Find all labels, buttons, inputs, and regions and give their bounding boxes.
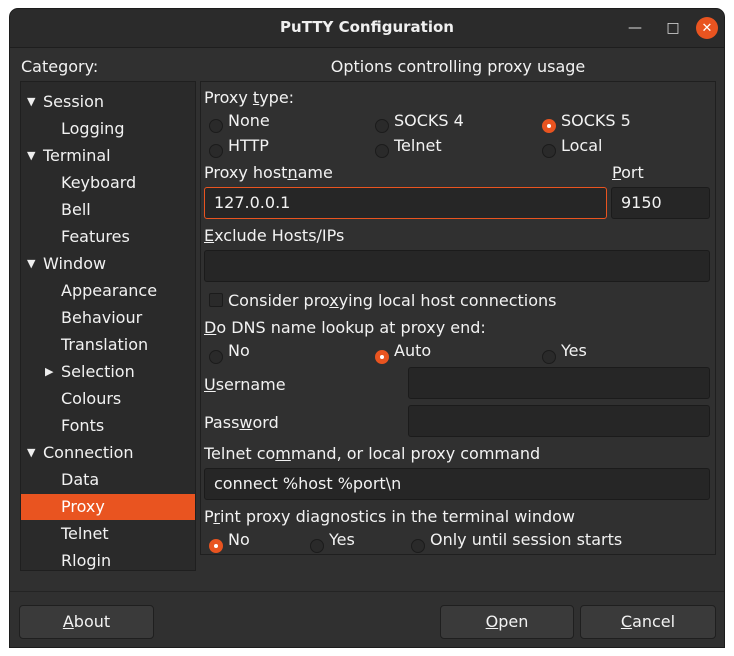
radio-diag-yes-label[interactable]: Yes: [329, 530, 355, 549]
tree-item-label: Features: [61, 227, 130, 246]
radio-proxy-socks5[interactable]: [542, 119, 556, 133]
radio-diag-yes[interactable]: [310, 539, 324, 553]
category-tree[interactable]: ▼ Session Logging ▼ Terminal Keyboard Be…: [20, 81, 196, 571]
radio-proxy-local[interactable]: [542, 144, 556, 158]
expanded-caret-icon[interactable]: ▼: [27, 440, 35, 466]
radio-diag-no[interactable]: [209, 539, 223, 553]
tree-item-connection[interactable]: ▼ Connection: [21, 440, 195, 466]
port-input[interactable]: 9150: [611, 187, 710, 219]
diagnostics-label: Print proxy diagnostics in the terminal …: [204, 507, 576, 526]
tree-item-label: Connection: [43, 443, 134, 462]
tree-item-appearance[interactable]: Appearance: [21, 278, 195, 304]
about-button[interactable]: About: [19, 605, 154, 639]
dns-lookup-label: Do DNS name lookup at proxy end:: [204, 318, 486, 337]
tree-item-rlogin[interactable]: Rlogin: [21, 548, 195, 574]
radio-proxy-http[interactable]: [209, 144, 223, 158]
radio-proxy-none-label[interactable]: None: [228, 111, 270, 130]
category-label: Category:: [21, 57, 99, 76]
minimize-icon[interactable]: —: [624, 17, 646, 39]
telnet-command-input[interactable]: connect %host %port\n: [204, 468, 710, 500]
title-bar[interactable]: PuTTY Configuration — □ ✕: [10, 9, 724, 48]
tree-item-translation[interactable]: Translation: [21, 332, 195, 358]
footer-separator: [10, 591, 724, 592]
tree-item-label: Session: [43, 92, 105, 111]
username-label: Username: [204, 375, 286, 394]
expanded-caret-icon[interactable]: ▼: [27, 89, 35, 115]
radio-diag-until-start[interactable]: [411, 539, 425, 553]
proxy-options-panel: Proxy type: None SOCKS 4 SOCKS 5 HTTP Te…: [200, 81, 716, 555]
radio-proxy-none[interactable]: [209, 119, 223, 133]
tree-item-label: Keyboard: [61, 173, 137, 192]
username-input[interactable]: [408, 367, 710, 399]
radio-proxy-socks4-label[interactable]: SOCKS 4: [394, 111, 464, 130]
tree-item-label: Telnet: [61, 524, 109, 543]
consider-local-label[interactable]: Consider proxying local host connections: [228, 291, 556, 310]
tree-item-proxy[interactable]: Proxy: [21, 494, 195, 520]
tree-item-label: Bell: [61, 200, 91, 219]
radio-dns-yes[interactable]: [542, 350, 556, 364]
putty-config-window: PuTTY Configuration — □ ✕ Category: Opti…: [9, 8, 725, 648]
radio-dns-no-label[interactable]: No: [228, 341, 250, 360]
tree-item-window[interactable]: ▼ Window: [21, 251, 195, 277]
exclude-input[interactable]: [204, 250, 710, 282]
open-button[interactable]: Open: [440, 605, 574, 639]
tree-item-label: Rlogin: [61, 551, 112, 570]
radio-dns-auto[interactable]: [375, 350, 389, 364]
close-icon[interactable]: ✕: [696, 17, 718, 39]
tree-item-label: Appearance: [61, 281, 158, 300]
proxy-type-label: Proxy type:: [204, 88, 295, 107]
tree-item-telnet[interactable]: Telnet: [21, 521, 195, 547]
telnet-command-label: Telnet command, or local proxy command: [204, 444, 541, 463]
options-title: Options controlling proxy usage: [330, 57, 586, 76]
window-title: PuTTY Configuration: [280, 18, 454, 36]
tree-item-colours[interactable]: Colours: [21, 386, 195, 412]
collapsed-caret-icon[interactable]: ▶: [45, 359, 53, 385]
tree-item-label: Translation: [61, 335, 149, 354]
password-input[interactable]: [408, 405, 710, 437]
tree-item-label: Behaviour: [61, 308, 143, 327]
tree-item-behaviour[interactable]: Behaviour: [21, 305, 195, 331]
radio-proxy-socks4[interactable]: [375, 119, 389, 133]
consider-local-checkbox[interactable]: [209, 293, 223, 307]
password-label: Password: [204, 413, 279, 432]
radio-diag-no-label[interactable]: No: [228, 530, 250, 549]
tree-item-label: Colours: [61, 389, 122, 408]
radio-dns-no[interactable]: [209, 350, 223, 364]
tree-item-fonts[interactable]: Fonts: [21, 413, 195, 439]
port-label: Port: [612, 163, 644, 182]
cancel-button[interactable]: Cancel: [580, 605, 716, 639]
tree-item-bell[interactable]: Bell: [21, 197, 195, 223]
tree-item-label: Logging: [61, 119, 125, 138]
radio-proxy-socks5-label[interactable]: SOCKS 5: [561, 111, 631, 130]
tree-item-terminal[interactable]: ▼ Terminal: [21, 143, 195, 169]
radio-proxy-local-label[interactable]: Local: [561, 136, 602, 155]
radio-proxy-telnet-label[interactable]: Telnet: [394, 136, 442, 155]
hostname-label: Proxy hostname: [204, 163, 333, 182]
radio-proxy-telnet[interactable]: [375, 144, 389, 158]
expanded-caret-icon[interactable]: ▼: [27, 251, 35, 277]
radio-dns-auto-label[interactable]: Auto: [394, 341, 431, 360]
tree-item-label: Selection: [61, 362, 135, 381]
tree-item-features[interactable]: Features: [21, 224, 195, 250]
tree-item-label: Fonts: [61, 416, 105, 435]
tree-item-keyboard[interactable]: Keyboard: [21, 170, 195, 196]
tree-item-label: Proxy: [61, 497, 105, 516]
tree-item-session[interactable]: ▼ Session: [21, 89, 195, 115]
expanded-caret-icon[interactable]: ▼: [27, 143, 35, 169]
radio-proxy-http-label[interactable]: HTTP: [228, 136, 269, 155]
tree-item-data[interactable]: Data: [21, 467, 195, 493]
tree-item-label: Window: [43, 254, 107, 273]
tree-item-label: Data: [61, 470, 100, 489]
radio-dns-yes-label[interactable]: Yes: [561, 341, 587, 360]
tree-item-logging[interactable]: Logging: [21, 116, 195, 142]
hostname-input[interactable]: 127.0.0.1: [204, 187, 607, 219]
tree-item-selection[interactable]: ▶ Selection: [21, 359, 195, 385]
radio-diag-until-start-label[interactable]: Only until session starts: [430, 530, 622, 549]
exclude-label: Exclude Hosts/IPs: [204, 226, 345, 245]
tree-item-label: Terminal: [43, 146, 111, 165]
maximize-icon[interactable]: □: [662, 17, 684, 39]
